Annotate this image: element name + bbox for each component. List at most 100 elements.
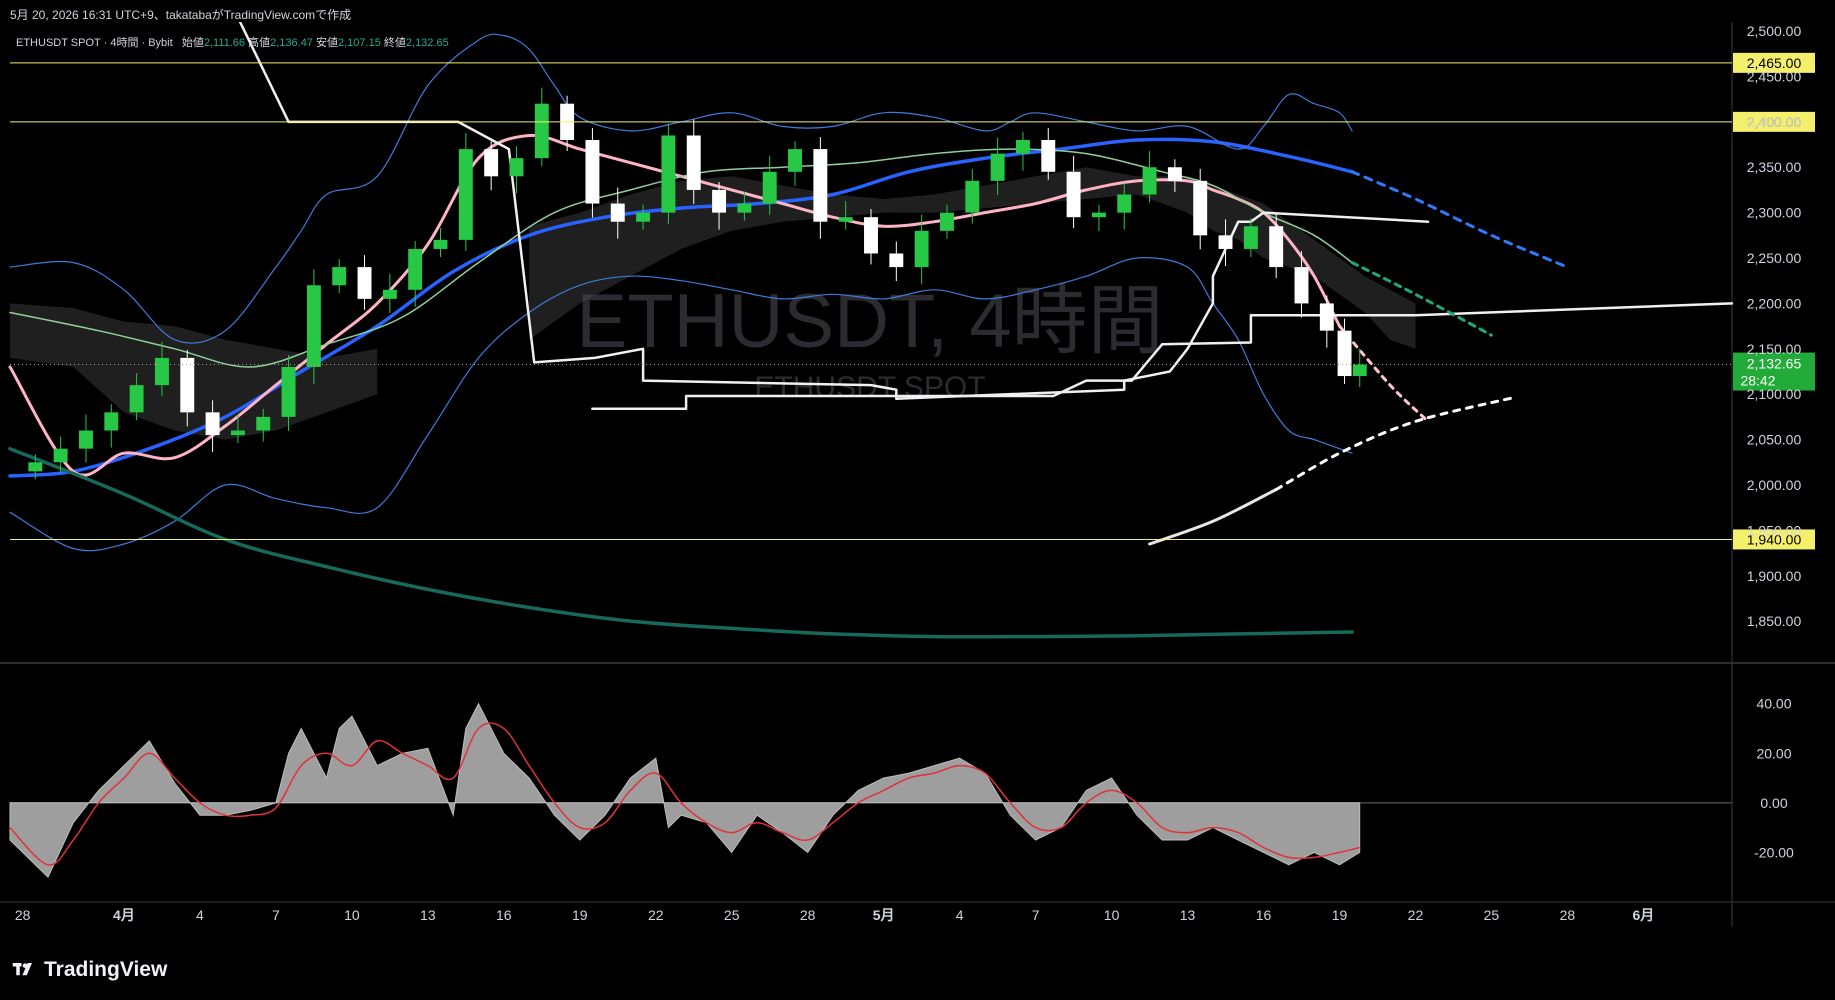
price-axis-tick: 1,850.00 (1747, 613, 1802, 629)
symbol-line: ETHUSDT SPOT · 4時間 · Bybit (16, 37, 173, 49)
time-axis-tick: 6月 (1632, 907, 1654, 923)
candle-body (28, 462, 43, 472)
low-value: 2,107.15 (338, 37, 381, 49)
candle-body (712, 189, 727, 213)
high-value: 2,136.47 (270, 37, 313, 49)
candle-body (1337, 330, 1352, 377)
candle-body (864, 217, 878, 254)
candle-body (940, 212, 954, 231)
price-axis-tick: 2,050.00 (1747, 432, 1802, 448)
time-axis-tick: 13 (420, 907, 436, 923)
candle-body (230, 430, 245, 436)
close-value: 2,132.65 (405, 37, 449, 49)
time-axis-tick: 10 (1104, 907, 1120, 923)
candle-body (205, 412, 220, 436)
oscillator-axis-tick: 20.00 (1756, 745, 1791, 761)
candle-body (281, 366, 296, 417)
time-axis-tick: 16 (1256, 907, 1272, 923)
close-label: 終値 (383, 37, 406, 49)
low-label: 安値 (316, 37, 338, 49)
time-axis-tick: 16 (496, 907, 512, 923)
price-axis-tick: 2,350.00 (1747, 159, 1802, 175)
price-axis-tick: 2,100.00 (1747, 386, 1802, 402)
price-axis-tick: 1,900.00 (1747, 568, 1802, 584)
candle-body (914, 230, 929, 268)
candle-body (737, 203, 752, 213)
price-axis-tick: 2,500.00 (1747, 23, 1802, 39)
candle-body (1218, 235, 1233, 249)
time-axis-tick: 4月 (113, 907, 135, 923)
price-axis-tick: 2,450.00 (1747, 68, 1802, 84)
candle-body (1041, 140, 1056, 172)
time-axis-tick: 28 (15, 907, 31, 923)
symbol-legend: ETHUSDT SPOT · 4時間 · Bybit 始値2,111.66 高値… (16, 34, 449, 50)
tradingview-logo-icon (12, 963, 32, 976)
candle-body (1142, 167, 1157, 195)
time-axis-tick: 4 (196, 907, 204, 923)
time-axis-tick: 22 (1408, 907, 1424, 923)
candle-body (585, 140, 600, 204)
candle-body (104, 412, 119, 431)
tradingview-wordmark: TradingView (44, 958, 168, 981)
candle-body (306, 285, 321, 367)
candle-body (686, 135, 701, 190)
time-axis-tick: 10 (344, 907, 360, 923)
candle-body (610, 203, 625, 222)
candle-body (889, 253, 904, 268)
candle-body (990, 153, 1005, 181)
candle-body (1243, 226, 1258, 249)
candle-body (1269, 226, 1284, 268)
candle-body (484, 149, 499, 177)
candle-body (1091, 212, 1106, 218)
candle-body (636, 212, 651, 222)
candle-body (433, 239, 448, 249)
candle-body (1193, 180, 1208, 236)
candle-body (332, 267, 347, 286)
time-axis-tick: 28 (800, 907, 816, 923)
price-axis-tick: 2,300.00 (1747, 205, 1802, 221)
oscillator-axis-tick: 40.00 (1756, 696, 1791, 712)
time-axis-tick: 25 (724, 907, 740, 923)
time-axis-tick: 28 (1560, 907, 1576, 923)
time-axis-tick: 19 (572, 907, 588, 923)
candle-body (965, 180, 980, 213)
open-value: 2,111.66 (203, 37, 246, 49)
oscillator-axis-tick: 0.00 (1760, 795, 1787, 811)
candle-body (154, 357, 169, 386)
candle-body (1015, 140, 1030, 154)
candle-body (1066, 171, 1081, 218)
high-label: 高値 (248, 37, 271, 49)
candle-body (408, 248, 423, 290)
candle-body (256, 416, 271, 431)
candle-body (788, 149, 802, 172)
time-axis-tick: 25 (1484, 907, 1500, 923)
price-axis-tick: 1,950.00 (1747, 522, 1802, 538)
price-axis-tick: 2,000.00 (1747, 477, 1802, 493)
candle-body (1319, 303, 1334, 331)
watermark-symbol: ETHUSDT, 4時間 (577, 279, 1164, 364)
tradingview-logo[interactable]: TradingView (12, 958, 167, 982)
candle-body (357, 267, 372, 299)
open-label: 始値 (181, 37, 204, 49)
oscillator-axis-tick: -20.00 (1754, 844, 1794, 860)
candle-body (1167, 167, 1182, 181)
candle-body (458, 149, 473, 240)
candle-body (1294, 267, 1309, 304)
time-axis-tick: 22 (648, 907, 664, 923)
price-axis-tick: 2,200.00 (1747, 295, 1802, 311)
price-chart[interactable]: ETHUSDT, 4時間 ETHUSDT SPOT 2,465.002,400.… (0, 22, 1835, 972)
time-axis-tick: 7 (1032, 907, 1040, 923)
time-axis-tick: 13 (1180, 907, 1196, 923)
candle-body (762, 171, 777, 204)
time-axis-tick: 19 (1332, 907, 1348, 923)
candle-body (509, 158, 524, 177)
time-axis-tick: 4 (956, 907, 964, 923)
candle-body (1352, 364, 1367, 377)
candle-body (813, 149, 828, 222)
current-price-label: 2,132.65 (1747, 356, 1802, 372)
candle-body (180, 357, 195, 413)
time-axis-tick: 5月 (873, 907, 895, 923)
price-axis-tick: 2,150.00 (1747, 341, 1802, 357)
candle-body (129, 385, 144, 413)
price-axis-tick: 2,250.00 (1747, 250, 1802, 266)
